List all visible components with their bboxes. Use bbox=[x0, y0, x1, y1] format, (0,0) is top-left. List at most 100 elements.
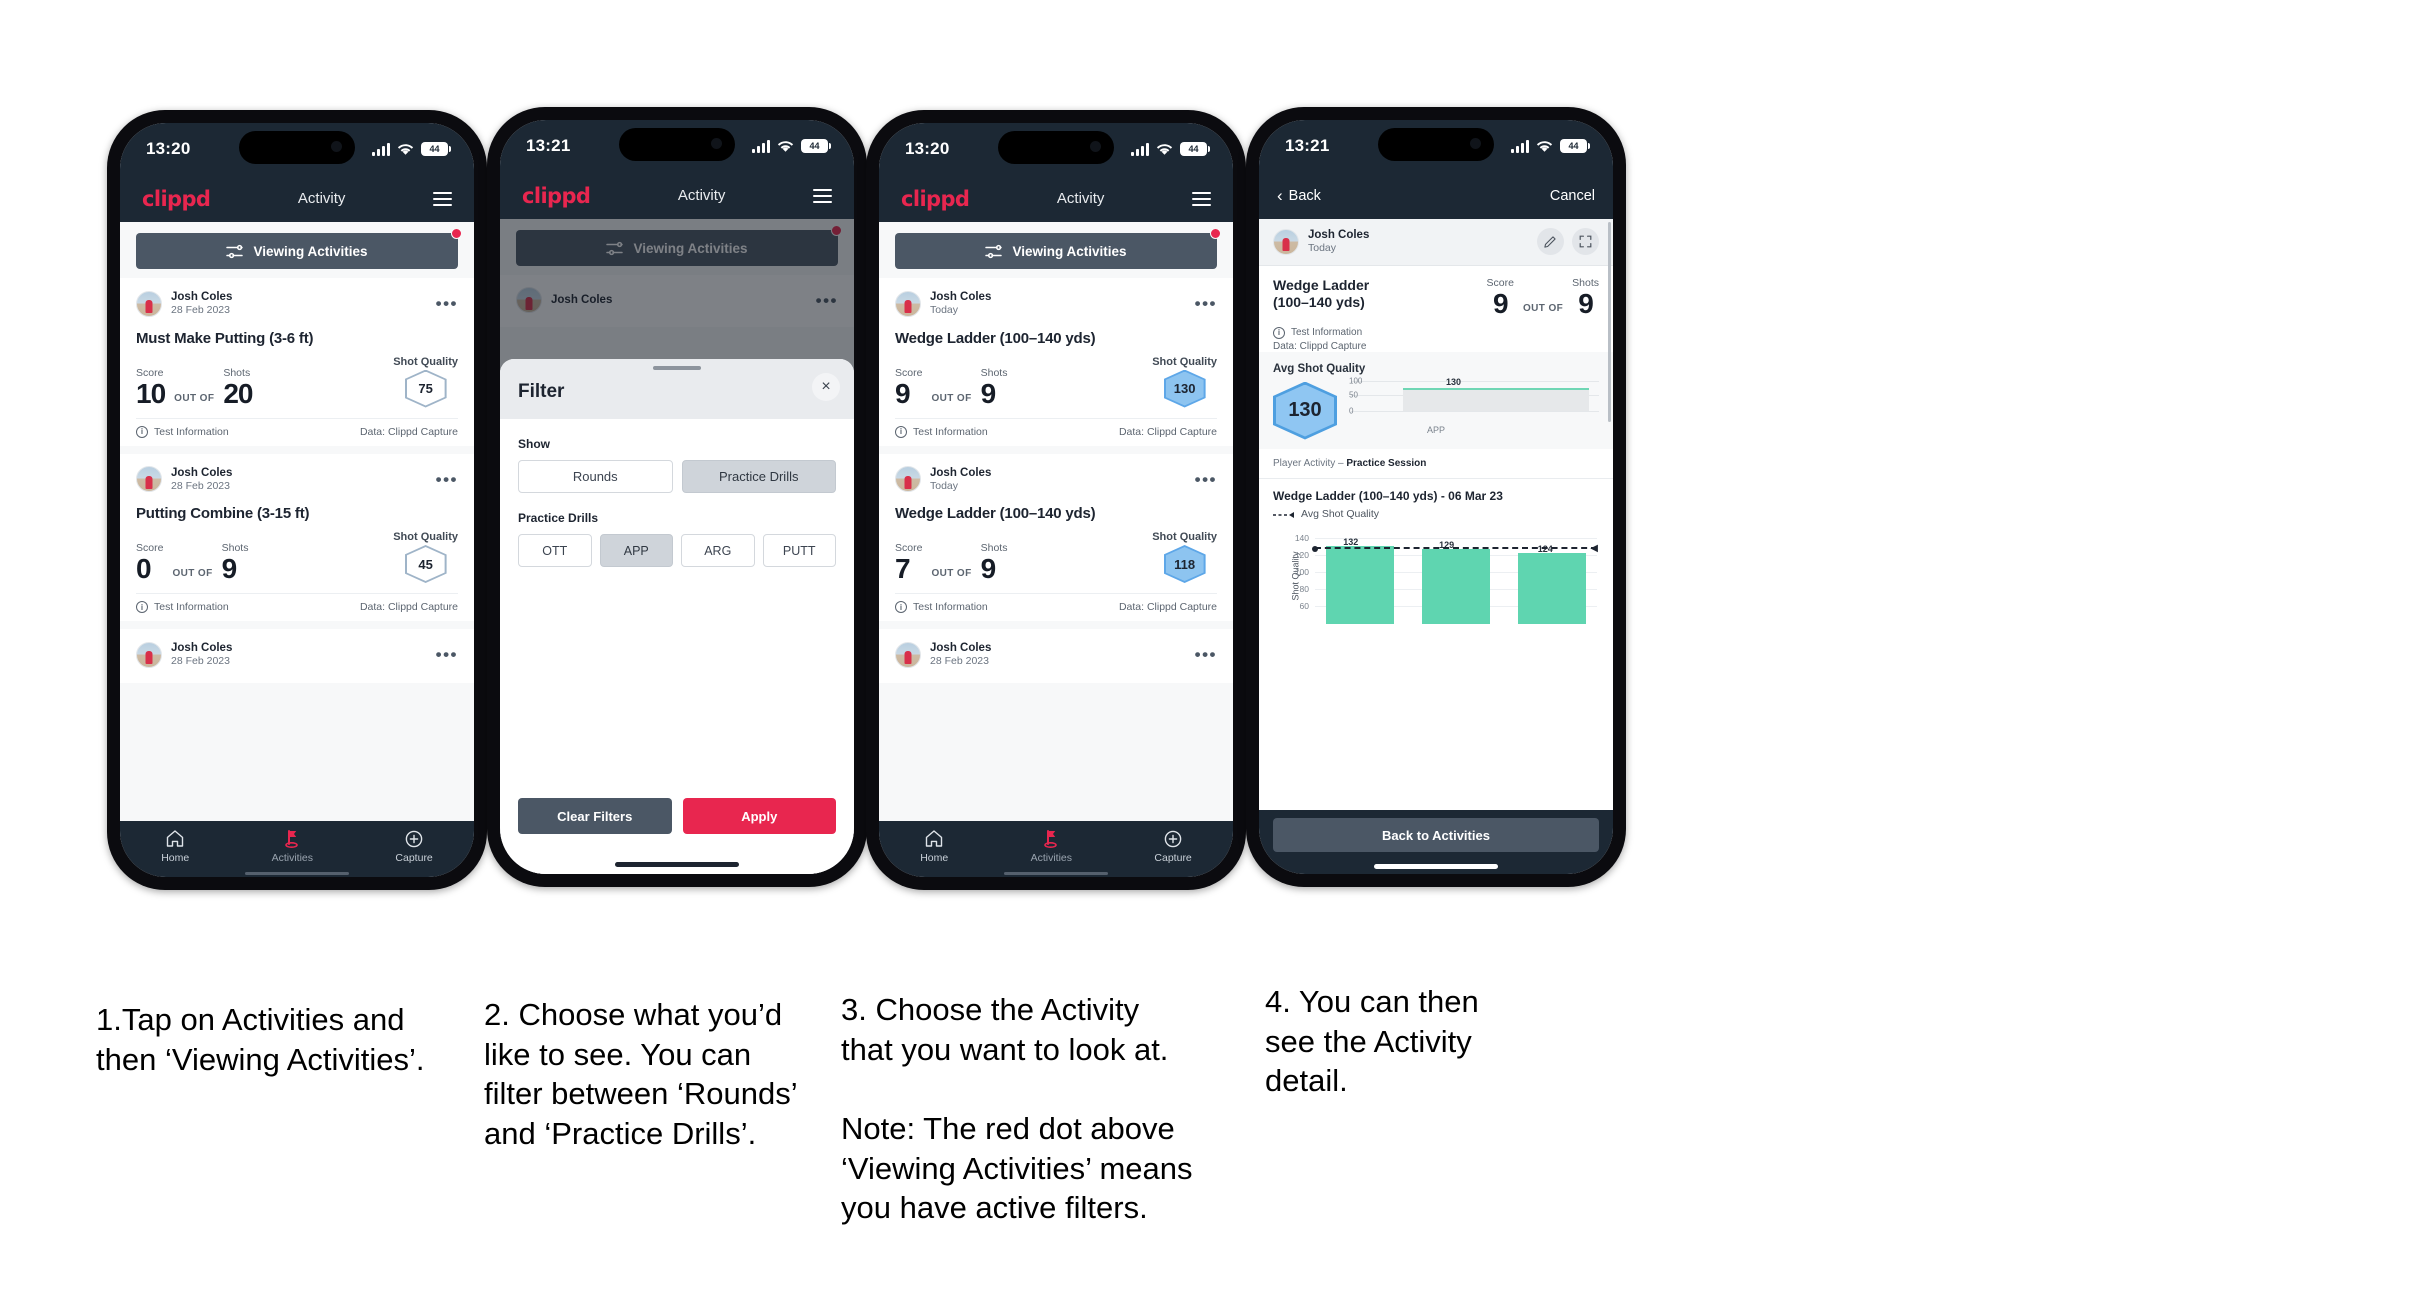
clear-filters-button[interactable]: Clear Filters bbox=[518, 798, 672, 834]
card-stats: Score 9 OUT OF Shots 9 Shot Quality 130 bbox=[895, 356, 1217, 408]
activity-card[interactable]: Josh Coles 28 Feb 2023 ••• Putting Combi… bbox=[120, 453, 474, 621]
test-information[interactable]: i Test Information bbox=[136, 425, 229, 438]
option-practice-drills[interactable]: Practice Drills bbox=[681, 460, 836, 493]
tab-bar: Home Activities Capture bbox=[120, 821, 474, 877]
tab-bar-wrap-3: Home Activities Capture bbox=[879, 821, 1233, 877]
avatar bbox=[136, 466, 162, 493]
activity-title: Putting Combine (3-15 ft) bbox=[136, 505, 310, 522]
golf-flag-icon bbox=[1031, 829, 1072, 849]
card-more-icon[interactable]: ••• bbox=[436, 471, 458, 488]
status-indicators: 44 bbox=[372, 142, 451, 156]
minichart-ytick: 0 bbox=[1349, 406, 1354, 415]
home-indicator bbox=[615, 862, 739, 867]
card-more-icon[interactable]: ••• bbox=[1195, 471, 1217, 488]
menu-icon[interactable] bbox=[1192, 191, 1211, 206]
shots-value: 9 bbox=[980, 377, 997, 409]
filter-sheet-header: Filter × bbox=[500, 359, 854, 419]
chip-app[interactable]: APP bbox=[599, 534, 673, 567]
card-more-icon[interactable]: ••• bbox=[436, 646, 458, 663]
menu-icon[interactable] bbox=[433, 191, 452, 206]
player-activity-value: Practice Session bbox=[1346, 457, 1427, 469]
detail-user: Josh Coles Today bbox=[1308, 228, 1369, 256]
avatar bbox=[895, 641, 921, 668]
activity-card[interactable]: Josh Coles Today ••• Wedge Ladder (100–1… bbox=[879, 453, 1233, 621]
apply-button[interactable]: Apply bbox=[682, 798, 836, 834]
viewing-activities-label: Viewing Activities bbox=[1012, 243, 1127, 259]
user-name: Josh Coles bbox=[930, 642, 992, 654]
activity-card[interactable]: Josh Coles 28 Feb 2023 ••• Must Make Put… bbox=[120, 278, 474, 446]
card-more-icon[interactable]: ••• bbox=[436, 295, 458, 312]
avg-shot-quality-line: ◀ bbox=[1312, 543, 1598, 553]
tab-activities[interactable]: Activities bbox=[1031, 829, 1072, 864]
back-label: Back bbox=[1288, 187, 1321, 204]
activity-card-list-1: Josh Coles 28 Feb 2023 ••• Must Make Put… bbox=[120, 278, 474, 683]
activity-card[interactable]: Josh Coles 28 Feb 2023 ••• bbox=[879, 629, 1233, 683]
cancel-button[interactable]: Cancel bbox=[1550, 188, 1595, 204]
back-button[interactable]: ‹ Back bbox=[1277, 187, 1321, 204]
activity-card[interactable]: Josh Coles 28 Feb 2023 ••• bbox=[120, 629, 474, 683]
avg-shot-quality-value: 130 bbox=[1276, 384, 1334, 437]
tab-home-label: Home bbox=[161, 851, 190, 864]
detail-user-header: Josh Coles Today bbox=[1259, 219, 1613, 266]
shot-quality-value: 130 bbox=[1165, 371, 1204, 406]
viewing-activities-button[interactable]: Viewing Activities bbox=[895, 228, 1221, 269]
activity-card[interactable]: Josh Coles Today ••• Wedge Ladder (100–1… bbox=[879, 278, 1233, 446]
tab-activities[interactable]: Activities bbox=[272, 829, 313, 864]
detail-nav-bar: ‹ Back Cancel bbox=[1259, 172, 1613, 219]
app-header-3: clippd Activity bbox=[879, 175, 1233, 222]
test-information[interactable]: i Test Information bbox=[895, 601, 988, 613]
screen-content-3: Viewing Activities Josh Coles Today ••• bbox=[879, 222, 1233, 821]
card-user: Josh Coles 28 Feb 2023 bbox=[930, 641, 991, 669]
tab-home[interactable]: Home bbox=[920, 829, 948, 864]
sheet-grabber[interactable] bbox=[653, 366, 701, 370]
card-stats: Score 10 OUT OF Shots 20 Shot Quality 75 bbox=[136, 356, 458, 408]
clippd-logo: clippd bbox=[901, 186, 970, 211]
chevron-left-icon: ‹ bbox=[1277, 186, 1283, 205]
activity-date: 28 Feb 2023 bbox=[171, 479, 230, 492]
activity-date: 28 Feb 2023 bbox=[930, 655, 989, 668]
data-source-label: Data: Clippd Capture bbox=[1273, 340, 1367, 352]
dynamic-island bbox=[239, 131, 355, 164]
caption-step-2: 2. Choose what you’d like to see. You ca… bbox=[484, 997, 798, 1152]
tab-home[interactable]: Home bbox=[161, 829, 189, 864]
menu-icon[interactable] bbox=[813, 188, 832, 203]
pencil-icon[interactable] bbox=[1537, 228, 1564, 256]
chip-putt[interactable]: PUTT bbox=[762, 534, 836, 567]
detail-stats-row: Wedge Ladder (100–140 yds) Score 9 OUT O… bbox=[1273, 277, 1599, 318]
minichart-bar-cap bbox=[1403, 387, 1589, 390]
back-to-activities-button[interactable]: Back to Activities bbox=[1273, 818, 1599, 852]
detail-summary: Wedge Ladder (100–140 yds) Score 9 OUT O… bbox=[1259, 265, 1613, 352]
viewing-activities-button[interactable]: Viewing Activities bbox=[136, 228, 462, 269]
activity-date: 28 Feb 2023 bbox=[171, 304, 230, 317]
close-icon[interactable]: × bbox=[812, 373, 840, 401]
tab-bar: Home Activities Capture bbox=[879, 821, 1233, 877]
expand-icon[interactable] bbox=[1572, 228, 1599, 256]
test-info-label: Test Information bbox=[154, 425, 229, 438]
chart-bar bbox=[1326, 545, 1394, 624]
scrollbar[interactable] bbox=[1608, 222, 1611, 422]
tab-capture[interactable]: Capture bbox=[395, 829, 433, 864]
option-rounds[interactable]: Rounds bbox=[518, 460, 673, 493]
out-of-label: OUT OF bbox=[172, 568, 213, 579]
card-more-icon[interactable]: ••• bbox=[1195, 295, 1217, 312]
info-icon: i bbox=[136, 425, 148, 438]
player-activity-prefix: Player Activity – bbox=[1273, 457, 1347, 469]
chip-arg[interactable]: ARG bbox=[681, 534, 755, 567]
out-of-label: OUT OF bbox=[931, 392, 972, 404]
test-information[interactable]: i Test Information bbox=[136, 601, 229, 613]
test-information[interactable]: i Test Information bbox=[1273, 326, 1599, 339]
shot-quality-stat: Shot Quality 45 bbox=[393, 531, 458, 583]
test-information[interactable]: i Test Information bbox=[895, 425, 988, 438]
avatar bbox=[1273, 228, 1299, 255]
wifi-icon bbox=[397, 143, 414, 156]
score-stat: Score 0 bbox=[136, 542, 163, 583]
card-stats: Score 0 OUT OF Shots 9 Shot Quality 45 bbox=[136, 531, 458, 583]
tab-capture[interactable]: Capture bbox=[1154, 829, 1192, 864]
status-indicators: 44 bbox=[1511, 139, 1590, 153]
golf-flag-icon bbox=[272, 829, 313, 849]
card-more-icon[interactable]: ••• bbox=[1195, 646, 1217, 663]
chip-ott[interactable]: OTT bbox=[518, 534, 592, 567]
caption-step-1: 1.Tap on Activities and then ‘Viewing Ac… bbox=[96, 1002, 425, 1077]
page-title: Activity bbox=[677, 187, 726, 204]
avatar bbox=[895, 466, 921, 493]
